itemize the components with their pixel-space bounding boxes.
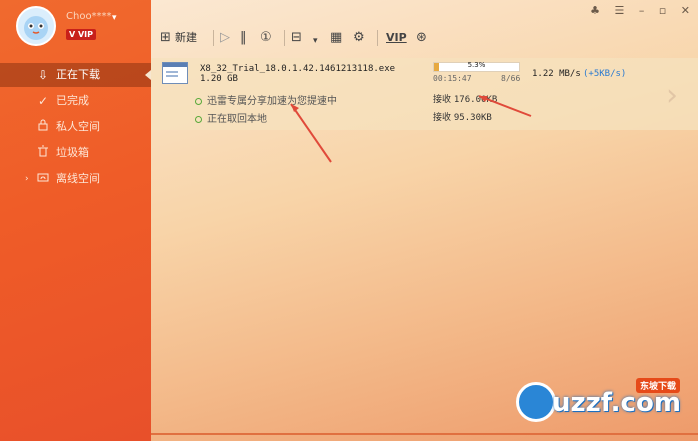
sidebar-item-label: 垃圾箱 (56, 146, 89, 159)
main-panel: ♣ ☰ – ▫ ✕ ⊞ 新建 ▷ ‖ ① ⊟ ▾ ▦ ⚙ VIP ⊛ X8_32… (151, 0, 698, 441)
sidebar-item-label: 已完成 (56, 94, 89, 107)
chevron-down-icon[interactable]: ▾ (112, 13, 117, 23)
annotation-arrow (478, 95, 532, 117)
sidebar-item-private[interactable]: 私人空间 (0, 115, 151, 139)
cloud-folder-icon (36, 167, 50, 191)
watermark: uzzf.com 东坡下载 (516, 378, 696, 434)
annotation-arrowhead (291, 104, 299, 112)
sidebar-item-label: 离线空间 (56, 172, 100, 185)
sidebar-item-offline[interactable]: › 离线空间 (0, 167, 151, 191)
sidebar-nav: ⇩ 正在下载 ✓ 已完成 私人空间 垃圾箱 › 离线空间 (0, 63, 151, 193)
download-icon: ⇩ (37, 68, 49, 82)
username[interactable]: Choo**** (66, 11, 112, 22)
vip-badge: V VIP (66, 29, 97, 40)
sidebar-item-label: 私人空间 (56, 120, 100, 133)
chevron-right-icon[interactable]: › (25, 167, 29, 191)
sidebar: Choo**** ▾ V VIP ⇩ 正在下载 ✓ 已完成 私人空间 垃圾箱 › (0, 0, 151, 441)
sidebar-item-label: 正在下载 (56, 68, 100, 81)
check-circle-icon: ✓ (37, 94, 49, 108)
sidebar-item-completed[interactable]: ✓ 已完成 (0, 89, 151, 113)
lock-icon (36, 115, 50, 139)
vip-badge-label: VIP (77, 30, 94, 39)
sidebar-item-downloading[interactable]: ⇩ 正在下载 (0, 63, 151, 87)
watermark-logo-icon (516, 382, 556, 422)
avatar[interactable] (16, 6, 56, 46)
watermark-badge: 东坡下载 (636, 378, 681, 393)
trash-icon (36, 141, 50, 165)
chevron-right-icon[interactable]: › (666, 78, 678, 113)
sidebar-item-trash[interactable]: 垃圾箱 (0, 141, 151, 165)
annotation-arrow (290, 103, 332, 163)
annotation-arrows (290, 95, 532, 163)
